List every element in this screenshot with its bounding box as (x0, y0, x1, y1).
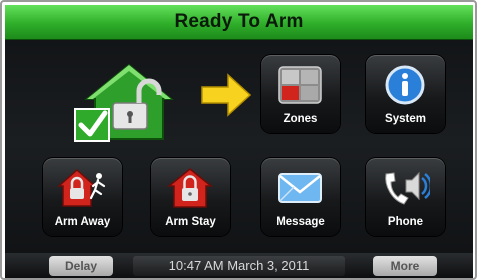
zones-button[interactable]: Zones (261, 55, 340, 133)
arm-status-text: Ready To Arm (174, 11, 304, 32)
bottom-bar: Delay 10:47 AM March 3, 2011 More (5, 253, 473, 278)
more-button[interactable]: More (373, 256, 437, 276)
arm-away-house-icon (57, 168, 106, 207)
arm-stay-button[interactable]: Arm Stay (151, 158, 230, 236)
system-button[interactable]: System (366, 55, 445, 133)
system-label: System (385, 113, 426, 125)
phone-speaker-icon (385, 171, 430, 205)
touchscreen: Ready To Arm Zones System Arm Away Arm S… (5, 5, 473, 278)
delay-button[interactable]: Delay (49, 256, 113, 276)
status-header: Ready To Arm (5, 5, 473, 40)
system-info-icon (385, 65, 425, 105)
date-time-display: 10:47 AM March 3, 2011 (133, 256, 345, 276)
phone-label: Phone (387, 216, 424, 228)
green-house-unlocked-checkmark-icon (74, 63, 174, 142)
zones-label: Zones (283, 113, 318, 125)
phone-button[interactable]: Phone (366, 158, 445, 236)
arm-away-label: Arm Away (54, 216, 111, 228)
yellow-arrow-icon (201, 73, 252, 117)
arm-stay-label: Arm Stay (165, 216, 216, 228)
message-label: Message (276, 216, 325, 228)
envelope-icon (278, 173, 322, 203)
zones-grid-icon (278, 66, 322, 104)
arm-away-button[interactable]: Arm Away (43, 158, 122, 236)
arm-stay-house-icon (166, 168, 214, 208)
keypad-frame: Ready To Arm Zones System Arm Away Arm S… (0, 0, 477, 280)
message-button[interactable]: Message (261, 158, 340, 236)
